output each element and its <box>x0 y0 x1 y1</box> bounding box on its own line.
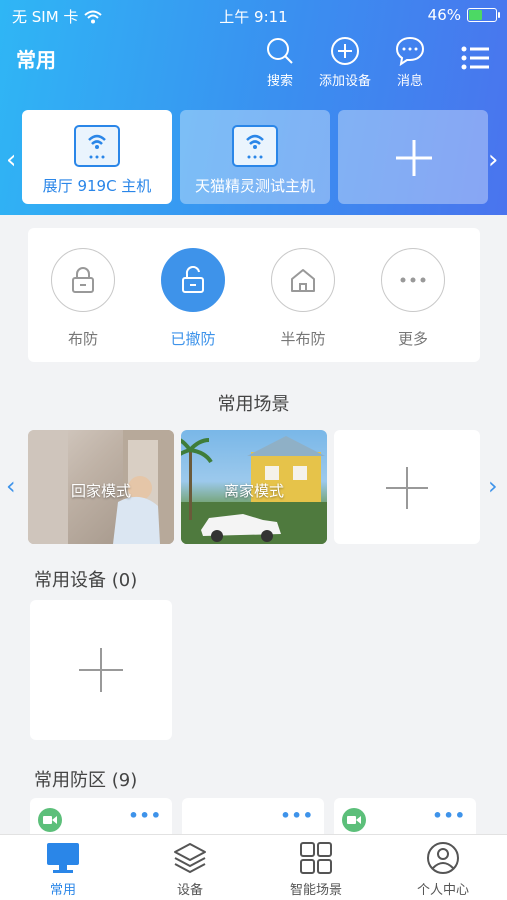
battery-info: 46% <box>427 6 500 24</box>
lock-icon <box>72 267 94 293</box>
host-card[interactable]: 天猫精灵测试主机 <box>180 110 330 204</box>
tab-common[interactable]: 常用 <box>0 841 126 898</box>
disarm-circle <box>161 248 225 312</box>
page-title: 常用 <box>16 48 56 72</box>
tab-devices[interactable]: 设备 <box>127 841 253 898</box>
arm-circle <box>51 248 115 312</box>
messages-button[interactable]: 消息 <box>378 36 442 89</box>
messages-label: 消息 <box>396 74 423 89</box>
battery-icon <box>467 8 500 22</box>
scenes-prev-arrow[interactable]: ‹ <box>6 472 16 500</box>
scene-label: 离家模式 <box>223 482 284 500</box>
disarm-button[interactable]: 已撤防 <box>158 248 228 349</box>
tab-smart-scenes[interactable]: 智能场景 <box>253 841 379 898</box>
user-icon <box>427 842 459 874</box>
layers-icon <box>174 843 206 874</box>
router-icon <box>232 125 278 167</box>
add-device-button[interactable]: 添加设备 <box>313 36 377 89</box>
zones-title: 常用防区 (9) <box>34 770 138 791</box>
menu-icon[interactable] <box>461 46 489 70</box>
scene-away-card[interactable]: 离家模式 <box>181 430 327 544</box>
host-label: 展厅 919C 主机 <box>42 177 152 195</box>
camera-icon <box>38 808 62 832</box>
monitor-icon <box>47 843 79 873</box>
add-scene-card[interactable] <box>334 430 480 544</box>
hosts-next-arrow[interactable]: › <box>488 145 498 175</box>
scenes-next-arrow[interactable]: › <box>488 472 498 500</box>
message-icon <box>395 36 425 66</box>
half-arm-button[interactable]: 半布防 <box>268 248 338 349</box>
grid-icon <box>300 842 332 874</box>
tab-profile[interactable]: 个人中心 <box>380 841 506 898</box>
host-card-selected[interactable]: 展厅 919C 主机 <box>22 110 172 204</box>
more-button[interactable]: 更多 <box>378 248 448 349</box>
tab-bar: 常用 设备 智能场景 个人中心 <box>0 834 507 900</box>
search-button[interactable]: 搜索 <box>248 36 312 89</box>
disarm-label: 已撤防 <box>170 330 216 348</box>
home-icon <box>291 269 315 292</box>
zone-more-icon[interactable]: ••• <box>432 806 466 825</box>
half-arm-label: 半布防 <box>280 330 326 348</box>
arm-mode-panel: 布防 已撤防 半布防 更多 <box>28 228 480 362</box>
tab-label: 智能场景 <box>289 883 342 898</box>
add-host-card[interactable] <box>338 110 488 204</box>
plus-icon <box>396 140 432 176</box>
host-label: 天猫精灵测试主机 <box>194 177 315 195</box>
plus-icon <box>79 648 123 692</box>
zone-more-icon[interactable]: ••• <box>280 806 314 825</box>
scenes-title: 常用场景 <box>217 394 290 415</box>
hosts-prev-arrow[interactable]: ‹ <box>6 145 16 175</box>
tab-label: 个人中心 <box>416 883 469 898</box>
plus-icon <box>386 467 428 509</box>
battery-percent: 46% <box>427 6 461 24</box>
more-label: 更多 <box>397 330 428 348</box>
more-icon <box>400 277 426 283</box>
half-arm-circle <box>271 248 335 312</box>
search-label: 搜索 <box>266 74 293 89</box>
scene-home-card[interactable]: 回家模式 <box>28 430 174 544</box>
add-device-label: 添加设备 <box>318 74 371 89</box>
search-icon <box>267 38 293 64</box>
camera-icon <box>342 808 366 832</box>
more-circle <box>381 248 445 312</box>
scene-label: 回家模式 <box>70 482 131 500</box>
tab-label: 常用 <box>49 883 76 898</box>
tab-label: 设备 <box>176 883 203 898</box>
unlock-icon <box>182 266 204 293</box>
devices-title: 常用设备 (0) <box>34 570 138 591</box>
router-icon <box>74 125 120 167</box>
plus-circle-icon <box>331 37 359 65</box>
add-device-card[interactable] <box>30 600 172 740</box>
zone-more-icon[interactable]: ••• <box>128 806 162 825</box>
arm-label: 布防 <box>67 330 98 348</box>
status-bar: 无 SIM 卡 上午 9:11 46% <box>0 0 507 30</box>
arm-button[interactable]: 布防 <box>48 248 118 349</box>
